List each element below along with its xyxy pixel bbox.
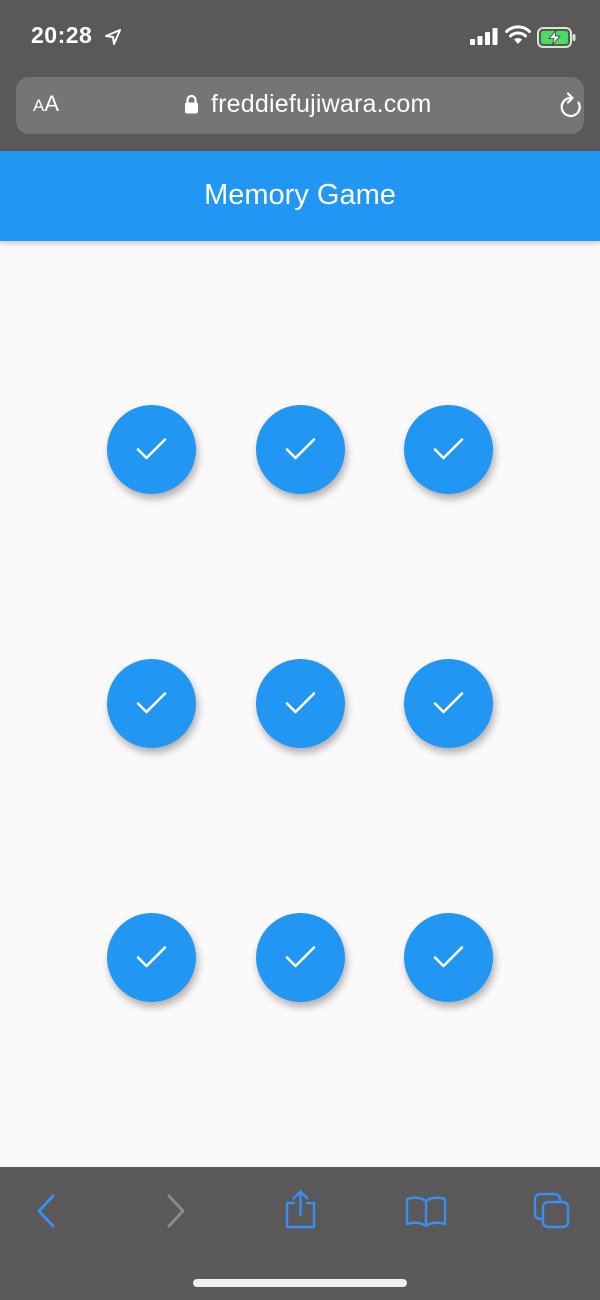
page-title: Memory Game [204, 179, 396, 211]
check-icon [136, 946, 167, 968]
check-icon [285, 438, 316, 460]
memory-tile[interactable] [256, 405, 345, 494]
share-icon[interactable] [284, 1189, 317, 1229]
memory-tile[interactable] [404, 659, 493, 748]
memory-tile[interactable] [256, 913, 345, 1002]
memory-tile[interactable] [107, 659, 196, 748]
home-indicator[interactable] [193, 1279, 407, 1287]
tabs-icon[interactable] [533, 1192, 571, 1229]
signal-icon [470, 28, 498, 45]
check-icon [433, 438, 464, 460]
game-board [0, 241, 600, 1167]
reload-icon[interactable] [558, 92, 584, 120]
check-icon [285, 692, 316, 714]
app-bar: Memory Game [0, 151, 600, 241]
aa-large-letter: A [44, 91, 60, 116]
bookmarks-icon[interactable] [405, 1195, 447, 1227]
url-text[interactable]: freddiefujiwara.com [211, 90, 432, 119]
check-icon [433, 692, 464, 714]
wifi-icon [505, 25, 531, 44]
memory-tile[interactable] [404, 913, 493, 1002]
memory-tile[interactable] [107, 405, 196, 494]
memory-tile[interactable] [107, 913, 196, 1002]
memory-tile[interactable] [256, 659, 345, 748]
status-bar: 20:28 [0, 0, 600, 74]
aa-small-letter: A [33, 96, 45, 115]
forward-icon[interactable] [166, 1194, 186, 1228]
check-icon [136, 438, 167, 460]
battery-charging-icon [537, 27, 576, 48]
check-icon [433, 946, 464, 968]
lock-icon [185, 94, 198, 114]
memory-tile[interactable] [404, 405, 493, 494]
reader-options-button[interactable]: AA [33, 91, 59, 117]
check-icon [285, 946, 316, 968]
check-icon [136, 692, 167, 714]
status-time: 20:28 [31, 22, 93, 48]
back-icon[interactable] [36, 1194, 56, 1228]
location-arrow-icon [105, 29, 121, 45]
address-bar[interactable]: AA freddiefujiwara.com [16, 77, 584, 134]
